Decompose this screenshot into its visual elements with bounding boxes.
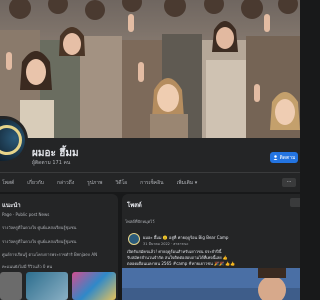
follow-button-label: ติดตาม — [279, 154, 296, 161]
posts-title: โพสต์ — [127, 202, 142, 209]
intro-line: คะแนนยังไม่มี รีวิวแล้ว 0 คน — [2, 264, 53, 269]
intro-line[interactable]: รางวัลครูดีในดวงใจ ศูนย์แหล่งเรียนรู้ชุม… — [2, 224, 76, 231]
post-image[interactable] — [122, 268, 300, 300]
filter-icon[interactable] — [290, 198, 300, 207]
photo-thumbnail[interactable] — [72, 272, 116, 300]
follower-count[interactable]: ผู้ติดตาม 171 คน — [32, 159, 70, 167]
post-image-illustration — [122, 268, 300, 300]
tab-videos[interactable]: วิดีโอ — [115, 179, 127, 187]
follow-icon — [273, 155, 278, 160]
tab-posts[interactable]: โพสต์ — [2, 179, 14, 187]
photo-thumbnail[interactable] — [0, 272, 22, 300]
intro-line[interactable]: ศูนย์การเรียนรู้ ตามโครงการพระราชดำริ Be… — [2, 251, 97, 258]
facebook-page: ผมอะ ฮึ้มม ผู้ติดตาม 171 คน ติดตาม โพสต์… — [0, 0, 300, 300]
photo-thumbnail[interactable] — [26, 272, 68, 300]
tab-about[interactable]: เกี่ยวกับ — [27, 179, 44, 187]
cover-crowd-illustration — [0, 0, 300, 138]
follow-button[interactable]: ติดตาม — [270, 152, 298, 163]
tab-photos[interactable]: รูปภาพ — [87, 179, 102, 187]
cover-photo[interactable] — [0, 0, 300, 138]
post-author[interactable]: ผมอะ ฮึ้มม 🙂 อยู่ที่ ค่ายฤดูร้อน Big Bea… — [143, 234, 228, 241]
tab-checkins[interactable]: การเช็คอิน — [140, 179, 163, 187]
avatar-ring-icon — [0, 125, 22, 155]
tab-more[interactable]: เพิ่มเติม ▾ — [177, 179, 198, 187]
tab-mentions[interactable]: กล่าวถึง — [57, 179, 74, 187]
intro-title: แนะนำ — [2, 202, 21, 209]
pinned-label: โพสต์ที่ปักหมุดไว้ — [125, 219, 155, 224]
more-options-button[interactable]: ··· — [282, 178, 296, 187]
intro-line[interactable]: รางวัลครูดีในดวงใจ ศูนย์แหล่งเรียนรู้ชุม… — [2, 238, 76, 245]
post-author-avatar[interactable] — [128, 233, 140, 245]
intro-line: Page · Public post News — [2, 212, 50, 217]
post-text-line: ตลอดเดือนเมษายน 2565 #camp #ค่ายเยาวชน 🎉… — [127, 261, 236, 266]
post-timestamp[interactable]: 31 มีนาคม 2022 · สาธารณะ — [143, 241, 188, 247]
profile-tabs: โพสต์ เกี่ยวกับ กล่าวถึง รูปภาพ วิดีโอ ก… — [0, 172, 300, 192]
